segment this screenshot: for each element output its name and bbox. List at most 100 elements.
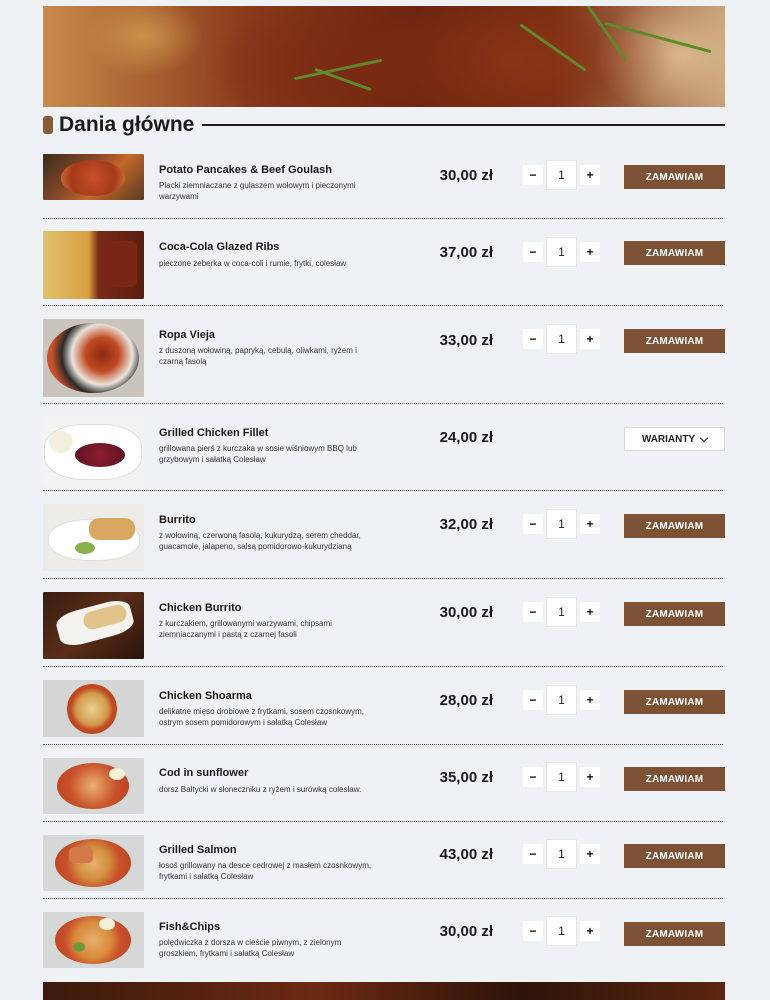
dish-description: delikatne mięso drobiowe z frytkami, sos… <box>159 707 364 727</box>
decrease-button[interactable]: − <box>523 921 543 941</box>
increase-button[interactable]: + <box>580 602 600 622</box>
variants-label: WARIANTY <box>641 433 696 445</box>
dish-description: grillowana pierś z kurczaka w sosie wiśn… <box>159 444 357 464</box>
quantity-stepper: − 1 + <box>523 685 600 715</box>
order-button[interactable]: ZAMAWIAM <box>624 690 725 714</box>
quantity-stepper: − 1 + <box>523 160 600 190</box>
quantity-input[interactable]: 1 <box>546 509 577 539</box>
order-button[interactable]: ZAMAWIAM <box>624 922 725 946</box>
chevron-down-icon <box>699 433 709 442</box>
order-button[interactable]: ZAMAWIAM <box>624 329 725 353</box>
dish-price: 37,00 zł <box>439 244 493 261</box>
section-rule <box>202 124 725 126</box>
dish-description: Placki ziemniaczane z gulaszem wołowym i… <box>159 181 356 201</box>
quantity-input[interactable]: 1 <box>546 762 577 792</box>
increase-button[interactable]: + <box>580 242 600 262</box>
dish-description: pieczone żeberka w coca-coli i rumie, fr… <box>159 259 347 268</box>
row-divider <box>43 490 723 491</box>
dish-price: 28,00 zł <box>439 692 493 709</box>
quantity-stepper: − 1 + <box>523 839 600 869</box>
dish-price: 24,00 zł <box>439 429 493 446</box>
dish-price: 32,00 zł <box>439 516 493 533</box>
dish-name: Grilled Salmon <box>159 844 237 856</box>
dish-description: z wołowiną, czerwoną fasolą, kukurydzą, … <box>159 531 361 551</box>
dish-description: łosoś grillowany na desce cedrowej z mas… <box>159 861 372 881</box>
dish-image <box>43 319 144 397</box>
order-button[interactable]: ZAMAWIAM <box>624 844 725 868</box>
decrease-button[interactable]: − <box>523 514 543 534</box>
quantity-stepper: − 1 + <box>523 597 600 627</box>
decrease-button[interactable]: − <box>523 329 543 349</box>
dish-image <box>43 680 144 737</box>
row-divider <box>43 666 723 667</box>
decrease-button[interactable]: − <box>523 602 543 622</box>
dish-description: z kurczakiem, grillowanymi warzywami, ch… <box>159 619 332 639</box>
hero-banner-image <box>43 6 725 107</box>
increase-button[interactable]: + <box>580 329 600 349</box>
order-button[interactable]: ZAMAWIAM <box>624 241 725 265</box>
decrease-button[interactable]: − <box>523 767 543 787</box>
dish-price: 35,00 zł <box>439 769 493 786</box>
increase-button[interactable]: + <box>580 165 600 185</box>
dish-name: Burrito <box>159 514 196 526</box>
decrease-button[interactable]: − <box>523 165 543 185</box>
dish-image <box>43 592 144 659</box>
row-divider <box>43 218 723 219</box>
row-divider <box>43 821 723 822</box>
variants-button[interactable]: WARIANTY <box>624 427 725 451</box>
quantity-input[interactable]: 1 <box>546 839 577 869</box>
dish-image <box>43 504 144 571</box>
dish-image <box>43 231 144 299</box>
section-title: Dania główne <box>59 113 195 136</box>
quantity-stepper: − 1 + <box>523 762 600 792</box>
dish-name: Ropa Vieja <box>159 329 216 341</box>
order-button[interactable]: ZAMAWIAM <box>624 165 725 189</box>
quantity-stepper: − 1 + <box>523 509 600 539</box>
quantity-input[interactable]: 1 <box>546 597 577 627</box>
dish-image <box>43 758 144 814</box>
decrease-button[interactable]: − <box>523 242 543 262</box>
quantity-input[interactable]: 1 <box>546 237 577 267</box>
increase-button[interactable]: + <box>580 767 600 787</box>
dish-price: 43,00 zł <box>439 846 493 863</box>
order-button[interactable]: ZAMAWIAM <box>624 514 725 538</box>
dish-image <box>43 154 144 200</box>
quantity-input[interactable]: 1 <box>546 916 577 946</box>
row-divider <box>43 898 723 899</box>
increase-button[interactable]: + <box>580 514 600 534</box>
row-divider <box>43 403 723 404</box>
dish-price: 30,00 zł <box>439 167 493 184</box>
row-divider <box>43 305 723 306</box>
dish-price: 30,00 zł <box>439 923 493 940</box>
increase-button[interactable]: + <box>580 690 600 710</box>
section-marker <box>43 116 53 134</box>
decrease-button[interactable]: − <box>523 690 543 710</box>
decrease-button[interactable]: − <box>523 844 543 864</box>
section-header: Dania główne <box>43 112 725 138</box>
dish-name: Cod in sunflower <box>159 767 249 779</box>
quantity-stepper: − 1 + <box>523 237 600 267</box>
dish-name: Coca-Cola Glazed Ribs <box>159 241 280 253</box>
order-button[interactable]: ZAMAWIAM <box>624 602 725 626</box>
dish-price: 30,00 zł <box>439 604 493 621</box>
dish-name: Chicken Shoarma <box>159 690 252 702</box>
row-divider <box>43 578 723 579</box>
dish-name: Grilled Chicken Fillet <box>159 427 269 439</box>
dish-description: dorsz Bałtycki w słoneczniku z ryżem i s… <box>159 785 362 794</box>
quantity-input[interactable]: 1 <box>546 160 577 190</box>
increase-button[interactable]: + <box>580 844 600 864</box>
quantity-input[interactable]: 1 <box>546 685 577 715</box>
dish-image <box>43 835 144 891</box>
quantity-input[interactable]: 1 <box>546 324 577 354</box>
section-banner-image <box>43 982 725 1000</box>
dish-description: polędwiczka z dorsza w cieście piwnym, z… <box>159 938 342 958</box>
dish-image <box>43 417 144 485</box>
dish-price: 33,00 zł <box>439 332 493 349</box>
dish-name: Chicken Burrito <box>159 602 242 614</box>
dish-image <box>43 912 144 968</box>
dish-name: Potato Pancakes & Beef Goulash <box>159 164 332 176</box>
order-button[interactable]: ZAMAWIAM <box>624 767 725 791</box>
quantity-stepper: − 1 + <box>523 916 600 946</box>
increase-button[interactable]: + <box>580 921 600 941</box>
quantity-stepper: − 1 + <box>523 324 600 354</box>
